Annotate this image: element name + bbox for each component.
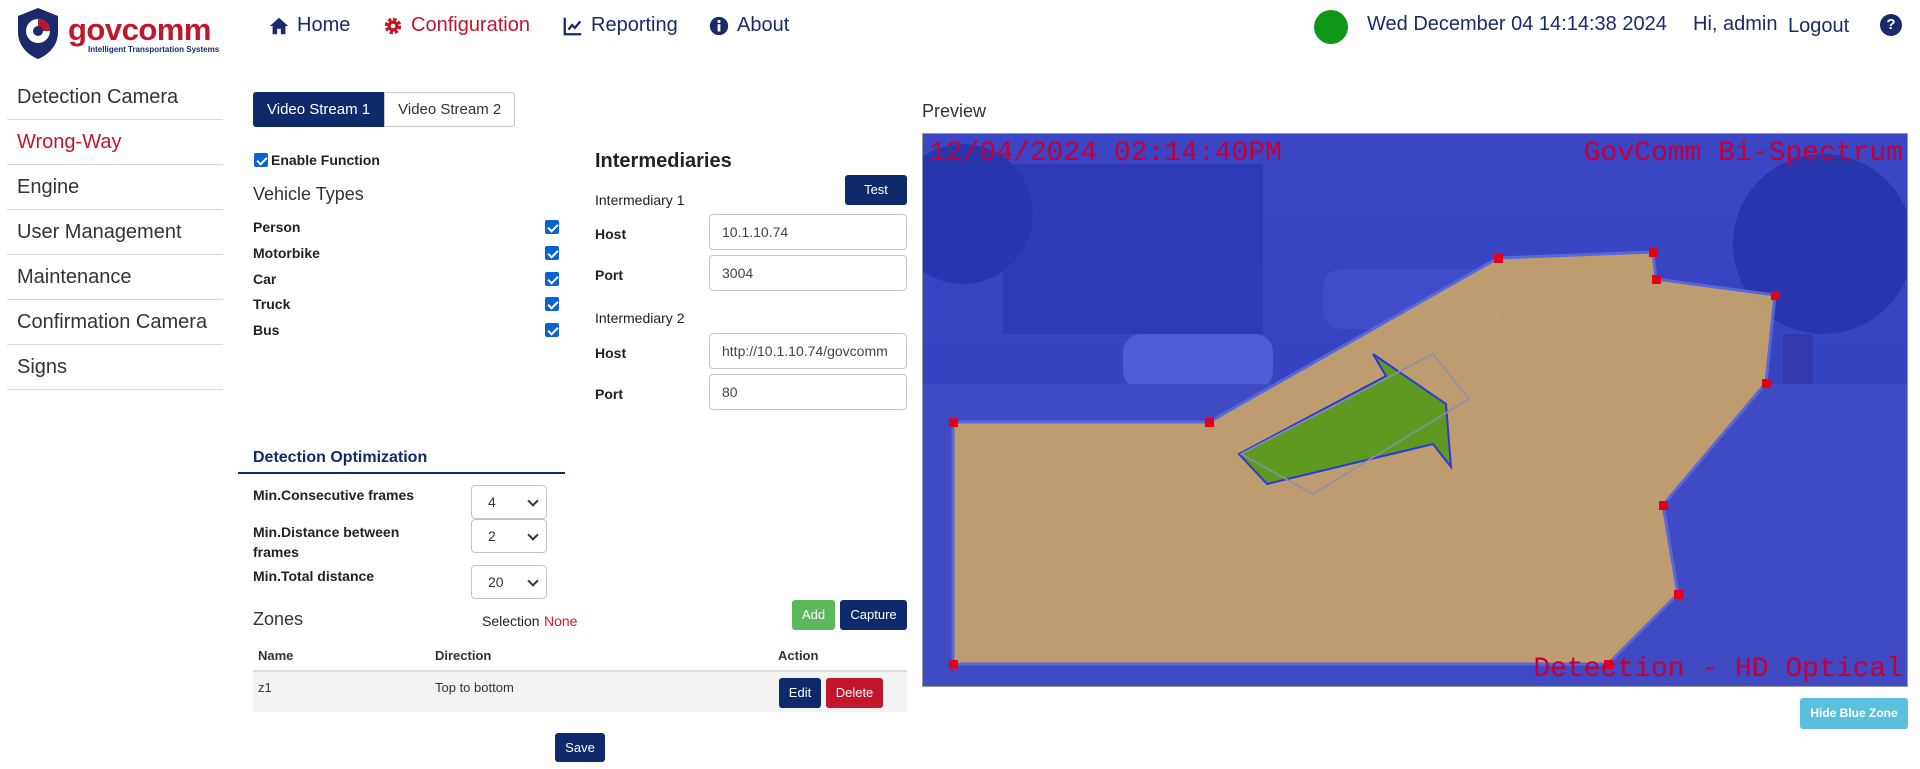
intermediary-1-host-input[interactable]: 10.1.10.74 xyxy=(709,214,907,250)
save-button[interactable]: Save xyxy=(555,733,605,762)
min-total-distance-label: Min.Total distance xyxy=(253,568,375,584)
vehicle-type-person-checkbox[interactable] xyxy=(545,220,559,234)
intermediary-1-port-label: Port xyxy=(595,267,623,283)
min-consecutive-frames-select[interactable]: 4 xyxy=(471,485,547,519)
stream-tabs: Video Stream 1 Video Stream 2 xyxy=(253,92,516,127)
nav-about-label: About xyxy=(737,14,790,36)
zones-title: Zones xyxy=(253,609,304,629)
sidebar-item-confirmation-camera[interactable]: Confirmation Camera xyxy=(7,300,223,345)
info-icon xyxy=(709,16,729,35)
enable-function-label: Enable Function xyxy=(271,152,380,168)
nav-reporting-label: Reporting xyxy=(591,14,678,36)
nav-configuration[interactable]: Configuration xyxy=(382,14,530,37)
sidebar: Detection Camera Wrong-Way Engine User M… xyxy=(7,75,223,390)
intermediary-2-port-input[interactable]: 80 xyxy=(709,374,907,410)
min-consecutive-frames-label: Min.Consecutive frames xyxy=(253,487,415,503)
status-indicator xyxy=(1314,10,1348,44)
shield-logo-icon xyxy=(18,8,58,59)
gear-icon xyxy=(384,17,402,34)
min-total-distance-select[interactable]: 20 xyxy=(471,565,547,599)
nav-configuration-label: Configuration xyxy=(411,14,530,36)
selection-label: Selection xyxy=(482,613,540,629)
nav-about[interactable]: About xyxy=(708,14,789,37)
intermediaries-title: Intermediaries xyxy=(595,150,732,172)
intermediary-2-host-label: Host xyxy=(595,345,627,361)
header-datetime: Wed December 04 14:14:38 2024 xyxy=(1367,13,1667,35)
overlay-brand: GovComm Bi-Spectrum xyxy=(1584,138,1903,169)
intermediary-1-host-label: Host xyxy=(595,226,627,242)
optimization-divider xyxy=(238,472,565,474)
logo: govcomm Intelligent Transportation Syste… xyxy=(14,6,234,62)
nav-reporting[interactable]: Reporting xyxy=(562,14,678,37)
selection-value: None xyxy=(544,613,578,629)
edit-zone-button[interactable]: Edit xyxy=(779,678,821,708)
table-row: z1 Top to bottom Edit Delete xyxy=(253,670,907,712)
brand-tagline: Intelligent Transportation Systems xyxy=(88,45,220,54)
vehicle-type-truck-checkbox[interactable] xyxy=(545,297,559,311)
intermediary-1-port-input[interactable]: 3004 xyxy=(709,255,907,291)
preview-video[interactable]: 12/04/2024 02:14:40PM GovComm Bi-Spectru… xyxy=(922,133,1908,687)
vehicle-types-title: Vehicle Types xyxy=(253,184,364,204)
column-header-name: Name xyxy=(258,648,294,663)
add-zone-button[interactable]: Add xyxy=(792,600,835,630)
sidebar-item-engine[interactable]: Engine xyxy=(7,165,223,210)
nav-home[interactable]: Home xyxy=(268,14,350,37)
sidebar-item-wrong-way[interactable]: Wrong-Way xyxy=(7,120,223,165)
intermediary-2-title: Intermediary 2 xyxy=(595,310,685,326)
chart-icon xyxy=(563,17,582,35)
column-header-action: Action xyxy=(778,648,819,663)
vehicle-type-label: Car xyxy=(253,271,277,287)
header-greeting: Hi, admin xyxy=(1693,13,1778,35)
zone-direction-cell: Top to bottom xyxy=(435,680,514,695)
optimization-title: Detection Optimization xyxy=(253,449,428,466)
help-icon[interactable]: ? xyxy=(1880,14,1902,36)
vehicle-type-label: Bus xyxy=(253,322,280,338)
vehicle-type-car-checkbox[interactable] xyxy=(545,272,559,286)
capture-button[interactable]: Capture xyxy=(840,600,907,630)
logout-link[interactable]: Logout xyxy=(1788,15,1849,38)
preview-title: Preview xyxy=(922,101,987,121)
tab-video-stream-1[interactable]: Video Stream 1 xyxy=(253,92,385,127)
sidebar-item-user-management[interactable]: User Management xyxy=(7,210,223,255)
sidebar-item-signs[interactable]: Signs xyxy=(7,345,223,390)
overlay-date: 12/04/2024 02:14:40PM xyxy=(929,138,1282,169)
intermediary-1-title: Intermediary 1 xyxy=(595,192,685,208)
vehicle-type-label: Truck xyxy=(253,296,291,312)
nav-home-label: Home xyxy=(297,14,351,36)
hide-blue-zone-button[interactable]: Hide Blue Zone xyxy=(1800,698,1908,729)
vehicle-type-bus-checkbox[interactable] xyxy=(545,323,559,337)
tab-video-stream-2[interactable]: Video Stream 2 xyxy=(384,92,516,127)
vehicle-type-label: Person xyxy=(253,219,301,235)
enable-function-checkbox[interactable] xyxy=(254,153,268,167)
brand-name: govcomm xyxy=(68,12,211,47)
home-icon xyxy=(269,17,289,34)
zone-name-cell: z1 xyxy=(258,680,272,695)
overlay-mode: Detection - HD Optical xyxy=(1533,654,1903,685)
sidebar-item-maintenance[interactable]: Maintenance xyxy=(7,255,223,300)
test-button[interactable]: Test xyxy=(845,175,907,205)
column-header-direction: Direction xyxy=(435,648,492,663)
intermediary-2-host-input[interactable]: http://10.1.10.74/govcomm xyxy=(709,333,907,369)
min-distance-frames-select[interactable]: 2 xyxy=(471,519,547,553)
delete-zone-button[interactable]: Delete xyxy=(826,678,883,708)
vehicle-type-label: Motorbike xyxy=(253,245,320,261)
intermediary-2-port-label: Port xyxy=(595,386,623,402)
min-distance-frames-label: Min.Distance between frames xyxy=(253,524,400,560)
vehicle-type-motorbike-checkbox[interactable] xyxy=(545,246,559,260)
preview-scene: 12/04/2024 02:14:40PM GovComm Bi-Spectru… xyxy=(923,134,1907,686)
sidebar-item-detection-camera[interactable]: Detection Camera xyxy=(7,75,223,120)
